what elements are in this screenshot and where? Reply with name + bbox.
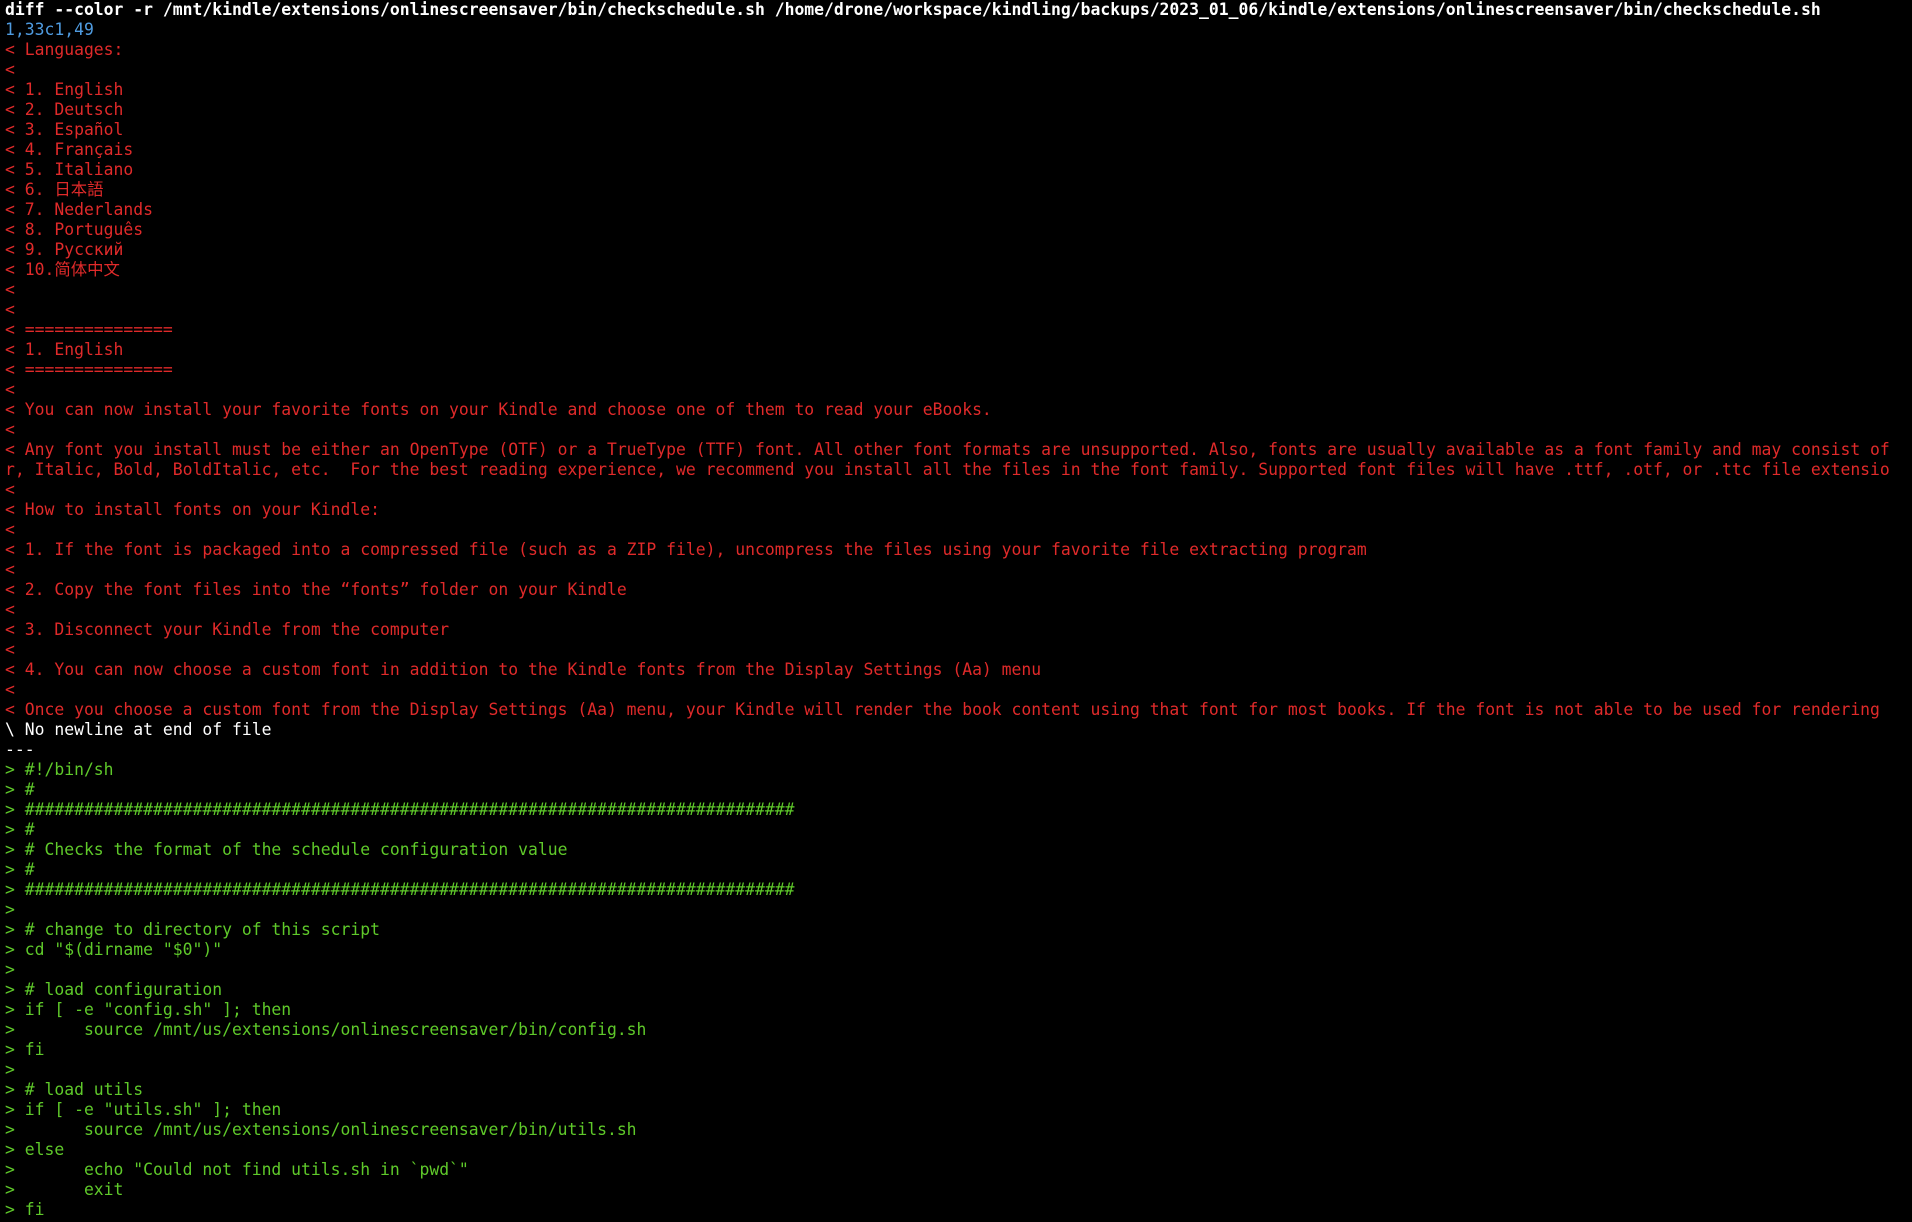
diff-removed-line: < Any font you install must be either an… (5, 440, 1890, 459)
diff-info-line: \ No newline at end of file (5, 720, 272, 739)
diff-removed-line: < 2. Copy the font files into the “fonts… (5, 580, 627, 599)
diff-added-line: > source /mnt/us/extensions/onlinescreen… (5, 1020, 647, 1039)
diff-removed-line: < =============== (5, 320, 173, 339)
diff-added-line: > if [ -e "config.sh" ]; then (5, 1000, 292, 1019)
diff-added-line: > # (5, 780, 35, 799)
diff-removed-line: < (5, 300, 15, 319)
diff-added-line: > exit (5, 1180, 124, 1199)
diff-removed-line: < (5, 480, 15, 499)
diff-added-line: > # change to directory of this script (5, 920, 380, 939)
diff-added-line: > # Checks the format of the schedule co… (5, 840, 568, 859)
diff-added-line: > else (5, 1140, 65, 1159)
diff-removed-line: < (5, 420, 15, 439)
diff-removed-line: < (5, 520, 15, 539)
diff-added-line: > (5, 900, 15, 919)
diff-removed-line: < 1. English (5, 80, 124, 99)
diff-added-line: > fi (5, 1200, 45, 1219)
diff-removed-line: < (5, 600, 15, 619)
diff-removed-line: < Once you choose a custom font from the… (5, 700, 1880, 719)
diff-added-line: > # load configuration (5, 980, 223, 999)
diff-removed-line: < You can now install your favorite font… (5, 400, 992, 419)
diff-added-line: > # (5, 820, 35, 839)
diff-removed-line: < 5. Italiano (5, 160, 134, 179)
diff-removed-line: < 3. Español (5, 120, 124, 139)
diff-added-line: > #!/bin/sh (5, 760, 114, 779)
diff-added-line: > # load utils (5, 1080, 144, 1099)
diff-command-line: diff --color -r /mnt/kindle/extensions/o… (5, 0, 1821, 19)
diff-added-line: > ######################################… (5, 880, 795, 899)
diff-removed-line: < 4. Français (5, 140, 134, 159)
diff-removed-line: < 9. Русский (5, 240, 124, 259)
diff-removed-line: < 10.简体中文 (5, 260, 120, 279)
diff-removed-line: < 8. Português (5, 220, 144, 239)
diff-removed-line: < Languages: (5, 40, 124, 59)
diff-removed-line: < (5, 380, 15, 399)
diff-added-line: > ######################################… (5, 800, 795, 819)
diff-added-line: > echo "Could not find utils.sh in `pwd`… (5, 1160, 469, 1179)
diff-added-line: > (5, 1060, 15, 1079)
diff-removed-line: < (5, 640, 15, 659)
diff-removed-line: < 6. 日本語 (5, 180, 104, 199)
diff-removed-line: < 7. Nederlands (5, 200, 154, 219)
diff-removed-line: < (5, 280, 15, 299)
diff-removed-line: < (5, 560, 15, 579)
diff-removed-line: r, Italic, Bold, BoldItalic, etc. For th… (5, 460, 1890, 479)
diff-removed-line: < How to install fonts on your Kindle: (5, 500, 380, 519)
diff-added-line: > if [ -e "utils.sh" ]; then (5, 1100, 282, 1119)
diff-removed-line: < =============== (5, 360, 173, 379)
diff-info-line: --- (5, 740, 35, 759)
diff-removed-line: < 3. Disconnect your Kindle from the com… (5, 620, 450, 639)
diff-added-line: > cd "$(dirname "$0")" (5, 940, 223, 959)
diff-removed-line: < 4. You can now choose a custom font in… (5, 660, 1042, 679)
diff-added-line: > fi (5, 1040, 45, 1059)
terminal-output[interactable]: diff --color -r /mnt/kindle/extensions/o… (0, 0, 1912, 1222)
diff-removed-line: < 1. English (5, 340, 124, 359)
diff-added-line: > # (5, 860, 35, 879)
diff-removed-line: < (5, 680, 15, 699)
diff-added-line: > (5, 960, 15, 979)
diff-hunk-header: 1,33c1,49 (5, 20, 94, 39)
diff-added-line: > source /mnt/us/extensions/onlinescreen… (5, 1120, 637, 1139)
diff-removed-line: < (5, 60, 15, 79)
diff-removed-line: < 2. Deutsch (5, 100, 124, 119)
diff-removed-line: < 1. If the font is packaged into a comp… (5, 540, 1367, 559)
